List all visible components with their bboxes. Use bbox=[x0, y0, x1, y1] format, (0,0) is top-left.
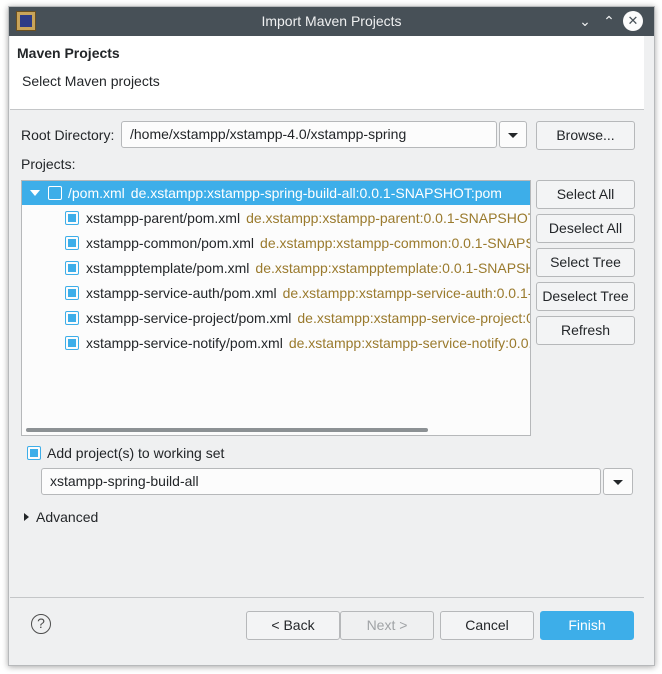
select-tree-button[interactable]: Select Tree bbox=[536, 248, 635, 277]
root-directory-dropdown[interactable] bbox=[499, 121, 527, 148]
footer-divider bbox=[10, 597, 644, 598]
project-artifact: de.xstampp:xstampp-parent:0.0.1-SNAPSHOT bbox=[246, 210, 531, 226]
tree-row[interactable]: xstampptemplate/pom.xml de.xstampp:xstamp… bbox=[22, 256, 530, 280]
project-path: xstampp-common/pom.xml bbox=[86, 235, 255, 251]
root-directory-label: Root Directory: bbox=[21, 127, 115, 143]
project-path: xstampp-service-project/pom.xml bbox=[86, 310, 292, 326]
expand-arrow-icon[interactable] bbox=[30, 190, 40, 196]
help-icon[interactable]: ? bbox=[31, 614, 51, 634]
projects-tree[interactable]: /pom.xml de.xstampp:xstampp-spring-build-… bbox=[21, 180, 531, 436]
working-set-checkbox[interactable] bbox=[27, 446, 41, 460]
wizard-banner: Maven Projects Select Maven projects bbox=[10, 36, 644, 110]
select-all-button[interactable]: Select All bbox=[536, 180, 635, 209]
tree-row[interactable]: xstampp-service-auth/pom.xml de.xstampp:x… bbox=[22, 281, 530, 305]
project-checkbox[interactable] bbox=[65, 336, 79, 350]
root-directory-input[interactable]: /home/xstampp/xstampp-4.0/xstampp-spring bbox=[121, 121, 497, 148]
projects-label: Projects: bbox=[21, 156, 76, 172]
refresh-button[interactable]: Refresh bbox=[536, 316, 635, 345]
import-maven-projects-dialog: Import Maven Projects ⌄ ⌃ ✕ Maven Projec… bbox=[8, 6, 655, 666]
project-checkbox[interactable] bbox=[65, 236, 79, 250]
window-title: Import Maven Projects bbox=[261, 13, 402, 29]
project-artifact: de.xstampp:xstampp-service-notify:0.0.1-… bbox=[288, 335, 530, 351]
back-button[interactable]: < Back bbox=[246, 611, 340, 640]
project-artifact: de.xstampp:xstampp-service-auth:0.0.1-SN… bbox=[282, 285, 530, 301]
maximize-icon[interactable]: ⌃ bbox=[599, 11, 619, 31]
deselect-tree-button[interactable]: Deselect Tree bbox=[536, 282, 635, 311]
minimize-icon[interactable]: ⌄ bbox=[575, 11, 595, 31]
project-checkbox[interactable] bbox=[65, 211, 79, 225]
project-artifact: de.xstampp:xstampp-spring-build-all:0.0.… bbox=[130, 185, 502, 201]
project-path: xstampp-service-notify/pom.xml bbox=[86, 335, 283, 351]
page-subtitle: Select Maven projects bbox=[22, 73, 160, 89]
project-checkbox[interactable] bbox=[65, 261, 79, 275]
project-artifact: de.xstampp:xstampptemplate:0.0.1-SNAPSHO… bbox=[255, 260, 531, 276]
project-path: /pom.xml bbox=[68, 185, 125, 201]
browse-button[interactable]: Browse... bbox=[536, 121, 635, 150]
page-title: Maven Projects bbox=[17, 45, 120, 61]
working-set-dropdown[interactable] bbox=[603, 468, 633, 495]
advanced-toggle[interactable]: Advanced bbox=[36, 509, 98, 525]
chevron-right-icon[interactable] bbox=[24, 513, 29, 521]
tree-row[interactable]: xstampp-common/pom.xml de.xstampp:xstampp… bbox=[22, 231, 530, 255]
project-artifact: de.xstampp:xstampp-service-project:0.0.1… bbox=[297, 310, 531, 326]
project-checkbox[interactable] bbox=[48, 186, 62, 200]
project-path: xstampptemplate/pom.xml bbox=[86, 260, 250, 276]
project-path: xstampp-service-auth/pom.xml bbox=[86, 285, 277, 301]
project-checkbox[interactable] bbox=[65, 286, 79, 300]
project-path: xstampp-parent/pom.xml bbox=[86, 210, 241, 226]
finish-button[interactable]: Finish bbox=[540, 611, 634, 640]
horizontal-scrollbar[interactable] bbox=[26, 428, 428, 432]
tree-row[interactable]: xstampp-service-notify/pom.xml de.xstampp… bbox=[22, 331, 530, 355]
cancel-button[interactable]: Cancel bbox=[440, 611, 534, 640]
next-button[interactable]: Next > bbox=[340, 611, 434, 640]
title-bar: Import Maven Projects ⌄ ⌃ ✕ bbox=[9, 7, 654, 36]
project-artifact: de.xstampp:xstampp-common:0.0.1-SNAPSHOT bbox=[260, 235, 530, 251]
close-icon[interactable]: ✕ bbox=[623, 11, 643, 31]
working-set-input[interactable]: xstampp-spring-build-all bbox=[41, 468, 601, 495]
tree-row[interactable]: xstampp-service-project/pom.xml de.xstamp… bbox=[22, 306, 530, 330]
tree-row-root[interactable]: /pom.xml de.xstampp:xstampp-spring-build-… bbox=[22, 181, 530, 205]
deselect-all-button[interactable]: Deselect All bbox=[536, 214, 635, 243]
working-set-label: Add project(s) to working set bbox=[47, 445, 225, 461]
tree-row[interactable]: xstampp-parent/pom.xml de.xstampp:xstampp… bbox=[22, 206, 530, 230]
project-checkbox[interactable] bbox=[65, 311, 79, 325]
